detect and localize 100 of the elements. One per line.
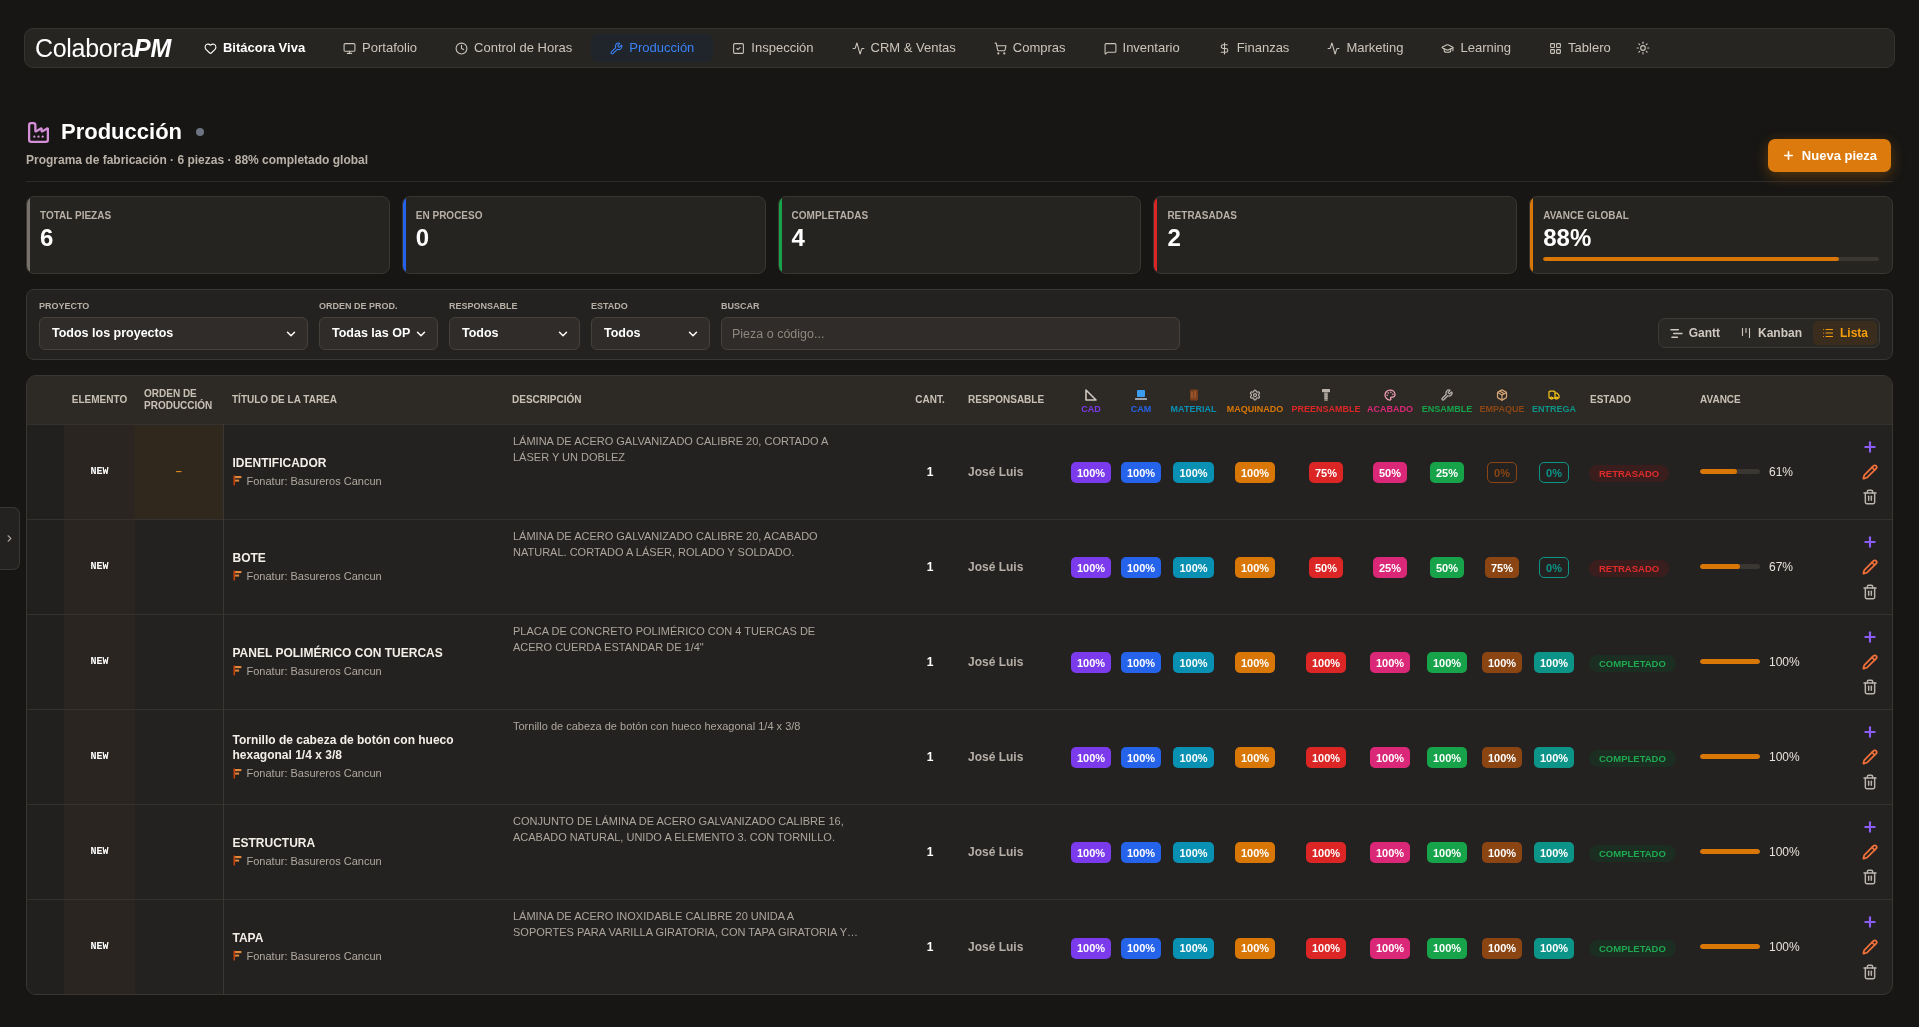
add-icon[interactable] <box>1862 913 1878 930</box>
stage-percent-badge: 0% <box>1487 462 1517 484</box>
stage-percent-badge: 100% <box>1426 937 1468 959</box>
dropdown[interactable]: Todas las OP <box>319 317 438 350</box>
stage-percent-badge: 100% <box>1234 937 1276 959</box>
pulse-icon <box>851 41 865 55</box>
dropdown[interactable]: Todos <box>449 317 580 350</box>
column-header: DESCRIPCIÓN <box>503 376 901 424</box>
add-icon[interactable] <box>1862 438 1878 455</box>
grid-icon <box>1549 41 1563 55</box>
nav-tab[interactable]: Learning <box>1422 34 1531 62</box>
progress-percent: 100% <box>1769 653 1800 671</box>
flag-icon <box>232 475 242 486</box>
stage-percent-badge: 100% <box>1173 462 1214 484</box>
pencil-icon[interactable] <box>1862 463 1878 480</box>
table-cell: NEW <box>64 804 135 899</box>
gantt-icon <box>1669 327 1683 339</box>
pencil-icon[interactable] <box>1862 558 1878 575</box>
gear-icon <box>1249 388 1261 401</box>
nav-tab[interactable]: Portafolio <box>324 34 437 62</box>
dropdown[interactable]: Todos los proyectos <box>39 317 308 350</box>
project-name: Fonatur: Basureros Cancun <box>246 473 382 488</box>
stage-percent-badge: 100% <box>1369 747 1411 769</box>
add-icon[interactable] <box>1862 628 1878 645</box>
status-badge: COMPLETADO <box>1589 940 1676 958</box>
nav-tab[interactable]: Inspección <box>713 34 833 62</box>
trash-icon[interactable] <box>1862 868 1878 885</box>
stage-column-header: CAM <box>1130 403 1152 414</box>
dropdown[interactable]: Todos <box>591 317 710 350</box>
nav-tab[interactable]: Tablero <box>1530 34 1630 62</box>
table-cell: NEW <box>64 519 135 614</box>
status-badge: COMPLETADO <box>1589 845 1676 863</box>
pencil-icon[interactable] <box>1862 938 1878 955</box>
project-name: Fonatur: Basureros Cancun <box>246 766 382 780</box>
add-icon[interactable] <box>1862 818 1878 835</box>
page-subtitle: Programa de fabricación · 6 piezas · 88% completado global <box>26 152 369 169</box>
flag-icon <box>232 665 242 676</box>
task-title: BOTE <box>232 550 267 566</box>
trash-icon[interactable] <box>1862 488 1878 505</box>
stage-percent-badge: 100% <box>1173 842 1214 864</box>
nav-tab[interactable]: Inventario <box>1084 34 1199 62</box>
page-title: Producción <box>61 118 182 146</box>
stage-percent-badge: 100% <box>1533 652 1575 674</box>
table-cell: 1 <box>901 519 959 614</box>
nav-tab[interactable]: Bitácora Viva <box>184 34 325 62</box>
stage-percent-badge: 100% <box>1070 557 1112 579</box>
nav-tab[interactable]: Producción <box>591 34 714 62</box>
trash-icon[interactable] <box>1862 963 1878 980</box>
nav-tab[interactable]: Finanzas <box>1198 34 1309 62</box>
stage-percent-badge: 100% <box>1305 937 1347 959</box>
task-title: IDENTIFICADOR <box>232 455 328 471</box>
trash-icon[interactable] <box>1862 583 1878 600</box>
view-tab[interactable]: Lista <box>1813 321 1877 345</box>
stage-percent-badge: 100% <box>1369 937 1411 959</box>
stage-percent-badge: 75% <box>1309 462 1343 484</box>
view-tab[interactable]: Gantt <box>1660 321 1729 345</box>
table-cell: José Luis <box>959 519 1066 614</box>
trash-icon[interactable] <box>1862 678 1878 695</box>
add-icon[interactable] <box>1862 723 1878 740</box>
laptop-icon <box>1135 388 1147 401</box>
task-title: Tornillo de cabeza de botón con hueco hexagonal 1/4 x 3/8 <box>232 733 455 763</box>
nav-tab[interactable]: Compras <box>974 34 1085 62</box>
column-header: RESPONSABLE <box>959 376 1066 424</box>
nav-tab[interactable]: Marketing <box>1308 34 1423 62</box>
search-field[interactable]: Pieza o código... <box>721 317 1180 350</box>
column-header: ORDEN DE PRODUCCIÓN <box>135 376 223 424</box>
stage-percent-badge: 75% <box>1485 557 1519 579</box>
stage-percent-badge: 100% <box>1070 842 1112 864</box>
task-description: PLACA DE CONCRETO POLIMÉRICO CON 4 TUERCAS DE ACERO CUERDA ESTANDAR DE 1/4" <box>513 623 817 655</box>
nav-tab[interactable]: CRM & Ventas <box>832 34 975 62</box>
theme-toggle-icon[interactable] <box>1635 41 1650 55</box>
stage-column-header: ENSAMBLE <box>1421 403 1473 414</box>
clock-icon <box>455 41 469 55</box>
box-icon <box>1496 388 1508 401</box>
stage-percent-badge: 100% <box>1173 652 1214 674</box>
task-title: TAPA <box>232 930 265 946</box>
sidebar-toggle[interactable] <box>0 507 20 570</box>
add-icon[interactable] <box>1862 533 1878 550</box>
filter-label: RESPONSABLE <box>449 301 519 311</box>
stage-percent-badge: 100% <box>1120 842 1162 864</box>
stage-column-header: PREENSAMBLE <box>1291 403 1361 414</box>
truck-icon <box>1548 388 1560 401</box>
pencil-icon[interactable] <box>1862 843 1878 860</box>
stage-percent-badge: 50% <box>1309 557 1343 579</box>
pencil-icon[interactable] <box>1862 653 1878 670</box>
stage-percent-badge: 100% <box>1120 462 1162 484</box>
nav-tab[interactable]: Control de Horas <box>436 34 592 62</box>
stage-column-header: EMPAQUE <box>1479 403 1525 414</box>
progress-percent: 100% <box>1769 938 1800 956</box>
column-header: ESTADO <box>1581 376 1691 424</box>
bolt-icon <box>1320 388 1332 401</box>
heart-icon <box>203 41 217 55</box>
pencil-icon[interactable] <box>1862 748 1878 765</box>
stage-percent-badge: 25% <box>1373 557 1407 579</box>
factory-icon <box>26 119 51 145</box>
column-header: AVANCE <box>1691 376 1846 424</box>
view-tab[interactable]: Kanban <box>1730 321 1811 345</box>
table-cell: José Luis <box>959 709 1066 804</box>
logo[interactable]: ColaboraPM <box>35 33 171 63</box>
trash-icon[interactable] <box>1862 773 1878 790</box>
